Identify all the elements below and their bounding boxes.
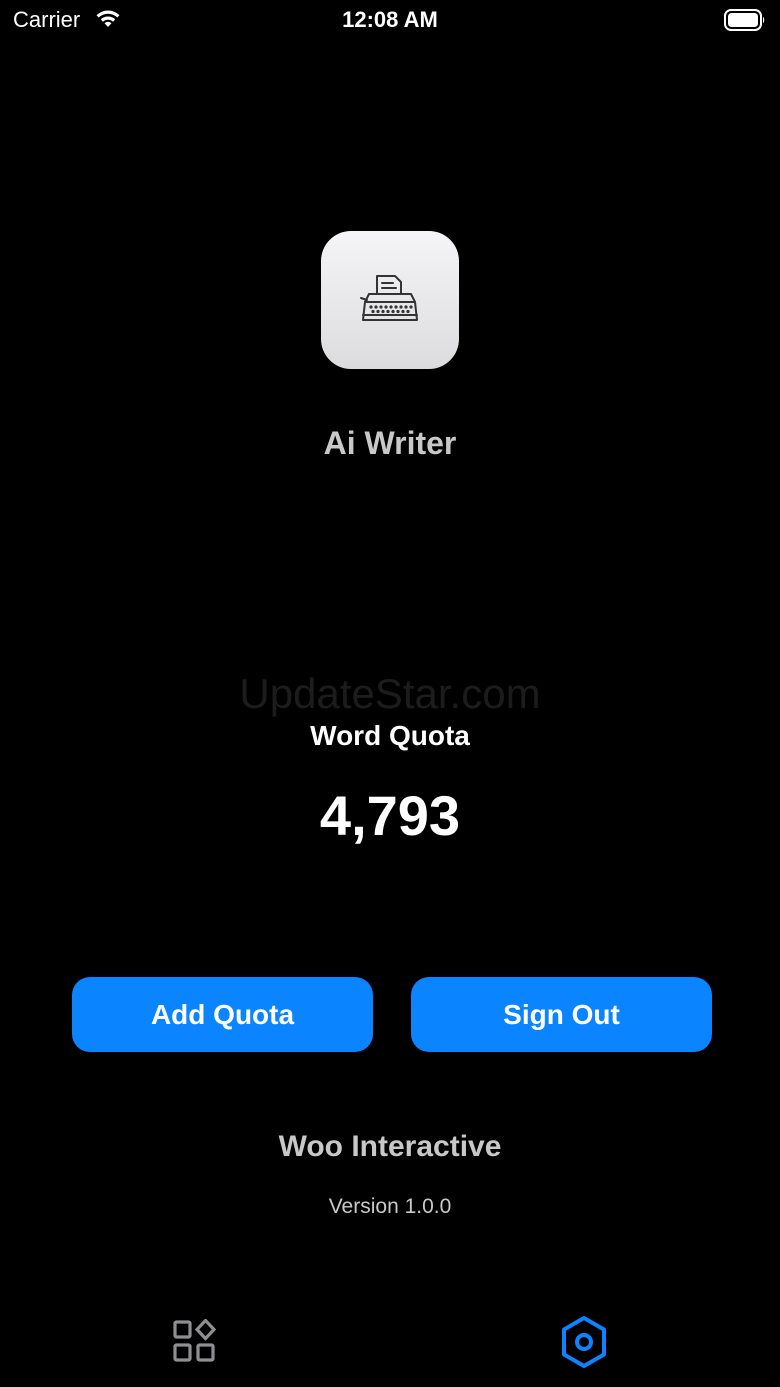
company-name: Woo Interactive xyxy=(278,1130,502,1163)
word-quota-label: Word Quota xyxy=(310,720,470,751)
hexagon-gear-icon xyxy=(562,1316,606,1368)
word-quota-value: 4,793 xyxy=(319,784,461,847)
app-name: Ai Writer xyxy=(323,425,457,461)
tab-apps[interactable] xyxy=(165,1312,225,1372)
battery-icon xyxy=(724,9,765,31)
grid-icon xyxy=(173,1319,217,1362)
app-icon xyxy=(321,231,459,369)
tab-settings[interactable] xyxy=(554,1312,614,1372)
version-label: Version 1.0.0 xyxy=(328,1195,452,1218)
status-time: 12:08 AM xyxy=(342,7,438,32)
typewriter-icon xyxy=(360,275,418,321)
status-bar: Carrier 12:08 AM xyxy=(0,0,780,40)
sign-out-button[interactable]: Sign Out xyxy=(411,977,712,1052)
add-quota-button[interactable]: Add Quota xyxy=(72,977,373,1052)
watermark: UpdateStar.com xyxy=(239,670,541,717)
